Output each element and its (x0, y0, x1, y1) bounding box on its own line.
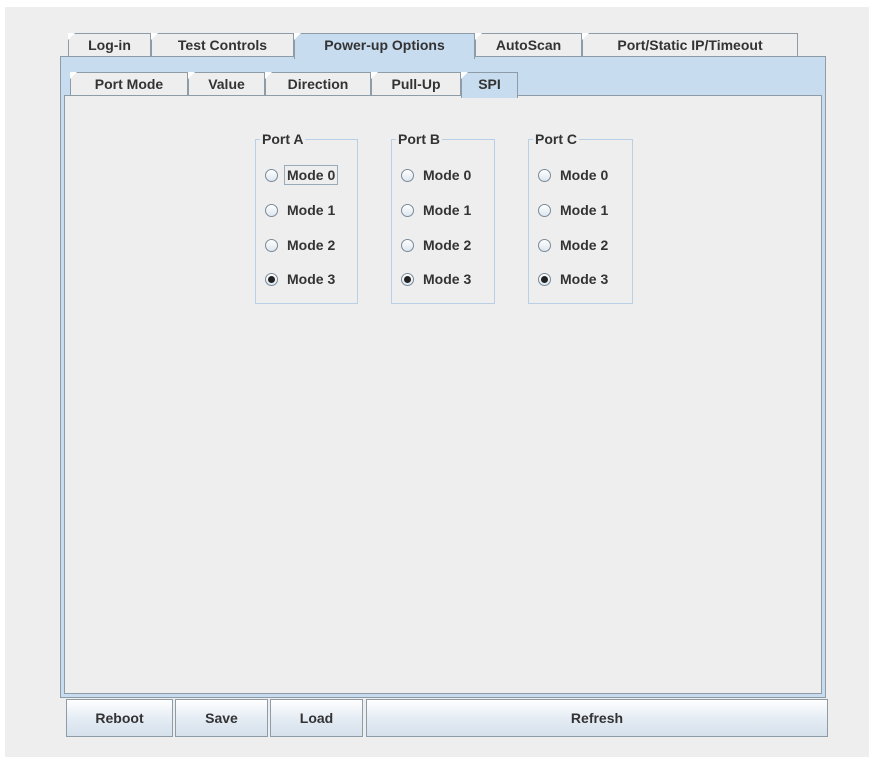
port-c-title: Port C (533, 131, 579, 147)
port-a-mode-2-radio[interactable]: Mode 2 (265, 235, 338, 255)
port-b-group: Port B Mode 0 Mode 1 Mode 2 Mode 3 (391, 131, 495, 304)
radio-label: Mode 2 (560, 237, 609, 253)
radio-label: Mode 1 (560, 202, 609, 218)
radio-label: Mode 3 (287, 271, 336, 287)
save-button[interactable]: Save (175, 699, 268, 737)
port-a-group: Port A Mode 0 Mode 1 Mode 2 Mode 3 (255, 131, 358, 304)
port-b-mode-3-radio[interactable]: Mode 3 (401, 269, 474, 289)
radio-checked-icon[interactable] (265, 272, 278, 286)
port-c-mode-0-radio[interactable]: Mode 0 (538, 165, 611, 185)
tab-spi[interactable]: SPI (461, 72, 518, 98)
port-c-group: Port C Mode 0 Mode 1 Mode 2 Mode 3 (528, 131, 633, 304)
tab-port-static-ip-timeout[interactable]: Port/Static IP/Timeout (582, 33, 798, 57)
port-b-mode-1-radio[interactable]: Mode 1 (401, 200, 474, 220)
radio-icon[interactable] (265, 203, 278, 217)
radio-icon[interactable] (265, 238, 278, 252)
radio-label: Mode 2 (287, 237, 336, 253)
radio-icon[interactable] (538, 238, 551, 252)
tab-power-up-options[interactable]: Power-up Options (294, 33, 475, 59)
port-a-title: Port A (260, 131, 306, 147)
tab-port-mode[interactable]: Port Mode (70, 72, 188, 96)
sub-tab-bar: Port Mode Value Direction Pull-Up SPI (0, 72, 875, 98)
radio-icon[interactable] (265, 168, 278, 182)
tab-pull-up[interactable]: Pull-Up (371, 72, 461, 96)
radio-label: Mode 1 (423, 202, 472, 218)
radio-checked-icon[interactable] (538, 272, 551, 286)
radio-icon[interactable] (401, 168, 414, 182)
main-tab-bar: Log-in Test Controls Power-up Options Au… (0, 33, 875, 59)
tab-value[interactable]: Value (188, 72, 265, 96)
radio-label: Mode 3 (423, 271, 472, 287)
radio-label: Mode 3 (560, 271, 609, 287)
reboot-button[interactable]: Reboot (66, 699, 173, 737)
port-c-mode-1-radio[interactable]: Mode 1 (538, 200, 611, 220)
tab-log-in[interactable]: Log-in (68, 33, 151, 57)
port-b-title: Port B (396, 131, 442, 147)
radio-label: Mode 0 (560, 167, 609, 183)
load-button[interactable]: Load (270, 699, 363, 737)
radio-label: Mode 0 (284, 165, 339, 185)
radio-label: Mode 2 (423, 237, 472, 253)
port-a-mode-0-radio[interactable]: Mode 0 (265, 165, 339, 185)
tab-autoscan[interactable]: AutoScan (475, 33, 582, 57)
tab-test-controls[interactable]: Test Controls (151, 33, 294, 57)
tab-direction[interactable]: Direction (265, 72, 371, 96)
port-c-mode-3-radio[interactable]: Mode 3 (538, 269, 611, 289)
radio-icon[interactable] (401, 203, 414, 217)
refresh-button[interactable]: Refresh (366, 699, 828, 737)
radio-checked-icon[interactable] (401, 272, 414, 286)
radio-label: Mode 1 (287, 202, 336, 218)
radio-label: Mode 0 (423, 167, 472, 183)
radio-icon[interactable] (401, 238, 414, 252)
port-a-mode-3-radio[interactable]: Mode 3 (265, 269, 338, 289)
port-a-mode-1-radio[interactable]: Mode 1 (265, 200, 338, 220)
radio-icon[interactable] (538, 203, 551, 217)
port-b-mode-2-radio[interactable]: Mode 2 (401, 235, 474, 255)
port-c-mode-2-radio[interactable]: Mode 2 (538, 235, 611, 255)
radio-icon[interactable] (538, 168, 551, 182)
port-b-mode-0-radio[interactable]: Mode 0 (401, 165, 474, 185)
